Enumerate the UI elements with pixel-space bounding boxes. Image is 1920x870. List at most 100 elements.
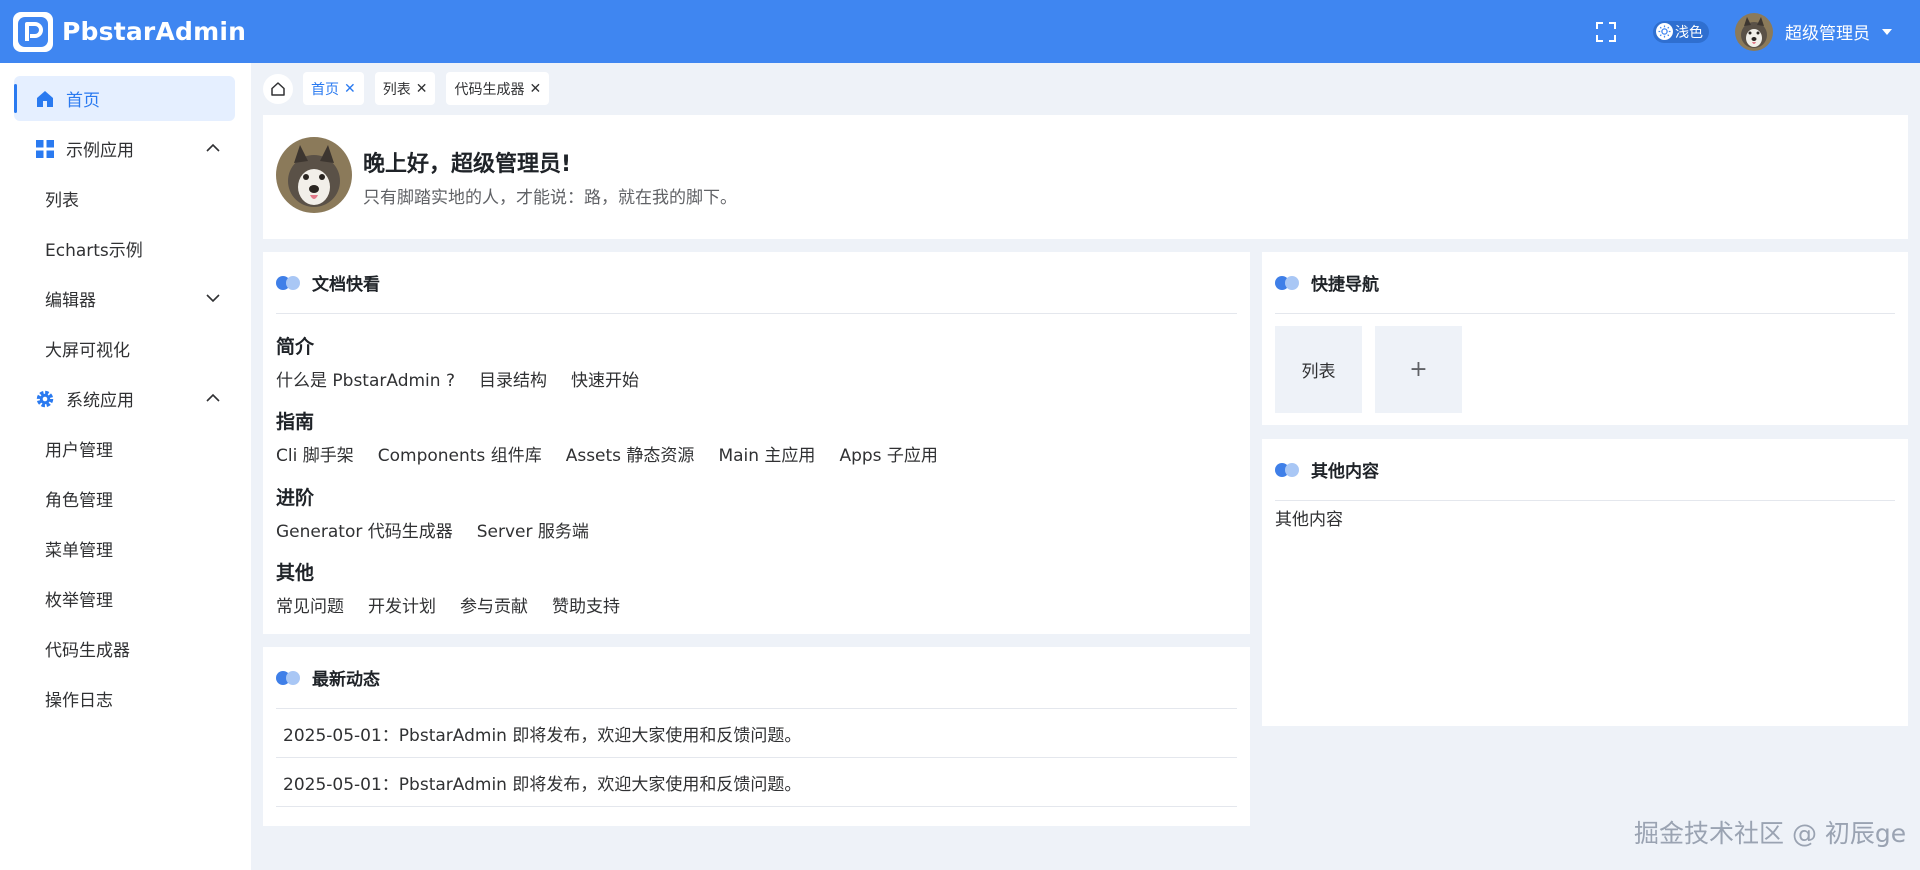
sidebar-item-oplog[interactable]: 操作日志 — [14, 676, 235, 721]
card-title: 最新动态 — [312, 670, 380, 690]
sidebar-item-label: 首页 — [66, 91, 100, 111]
close-icon[interactable]: ✕ — [344, 82, 356, 96]
card-header: 文档快看 — [276, 252, 1237, 314]
doc-section-title: 其他 — [276, 562, 315, 584]
tab-bar: 首页 ✕ 列表 ✕ 代码生成器 ✕ — [263, 72, 560, 105]
doc-section-title: 指南 — [276, 411, 315, 433]
watermark: 掘金技术社区 @ 初辰ge — [1634, 819, 1907, 848]
sidebar-item-label: Echarts示例 — [45, 241, 143, 261]
doc-section-advanced: 进阶 Generator 代码生成器 Server 服务端 — [276, 483, 613, 542]
card-title: 快捷导航 — [1311, 275, 1379, 295]
card-title: 文档快看 — [312, 275, 380, 295]
other-content-text: 其他内容 — [1275, 510, 1343, 530]
card-header: 最新动态 — [276, 647, 1237, 709]
greeting-text: 晚上好，超级管理员! — [363, 152, 572, 177]
dots-icon — [276, 275, 300, 290]
home-tab-icon[interactable] — [263, 73, 293, 104]
doc-link[interactable]: Apps 子应用 — [839, 441, 937, 466]
tab-list[interactable]: 列表 ✕ — [374, 72, 436, 105]
doc-section-guide: 指南 Cli 脚手架 Components 组件库 Assets 静态资源 Ma… — [276, 407, 962, 466]
sidebar-group-examples[interactable]: 示例应用 — [14, 126, 235, 171]
user-name[interactable]: 超级管理员 — [1785, 19, 1870, 44]
doc-link[interactable]: 参与贡献 — [460, 592, 528, 617]
welcome-card: 晚上好，超级管理员! 只有脚踏实地的人，才能说：路，就在我的脚下。 — [263, 115, 1908, 239]
app-title: PbstarAdmin — [62, 17, 247, 46]
tab-label: 列表 — [382, 81, 411, 98]
doc-link[interactable]: 常见问题 — [276, 592, 344, 617]
theme-label: 浅色 — [1675, 24, 1703, 41]
gear-icon — [34, 388, 56, 410]
dots-icon — [1275, 462, 1299, 477]
sidebar-item-label: 操作日志 — [45, 691, 113, 711]
fullscreen-icon[interactable] — [1595, 21, 1617, 43]
chevron-down-icon[interactable] — [1882, 28, 1892, 35]
sidebar-item-users[interactable]: 用户管理 — [14, 426, 235, 471]
doc-link[interactable]: Generator 代码生成器 — [276, 517, 453, 542]
doc-link[interactable]: Server 服务端 — [477, 517, 589, 542]
doc-link[interactable]: 目录结构 — [479, 366, 547, 391]
sidebar-item-label: 编辑器 — [45, 291, 96, 311]
sidebar-item-menus[interactable]: 菜单管理 — [14, 526, 235, 571]
top-header: PbstarAdmin 浅色 超级管理员 — [0, 0, 1920, 63]
avatar — [276, 137, 352, 213]
tab-home[interactable]: 首页 ✕ — [303, 72, 364, 105]
doc-link[interactable]: Components 组件库 — [378, 441, 542, 466]
sidebar-item-label: 示例应用 — [66, 141, 134, 161]
sidebar: 首页 示例应用 列表 Echarts示例 编辑器 大屏可视化 系统应用 用户管理… — [0, 63, 251, 870]
news-item[interactable]: 2025-05-01：PbstarAdmin 即将发布，欢迎大家使用和反馈问题。 — [276, 709, 1237, 758]
logo-icon[interactable] — [13, 11, 53, 52]
sidebar-item-label: 枚举管理 — [45, 591, 113, 611]
doc-link[interactable]: Cli 脚手架 — [276, 441, 354, 466]
chevron-up-icon — [206, 393, 220, 402]
close-icon[interactable]: ✕ — [416, 82, 428, 96]
doc-section-other: 其他 常见问题 开发计划 参与贡献 赞助支持 — [276, 558, 644, 617]
doc-section-intro: 简介 什么是 PbstarAdmin ? 目录结构 快速开始 — [276, 332, 663, 391]
sidebar-item-label: 系统应用 — [66, 391, 134, 411]
dots-icon — [276, 670, 300, 685]
sidebar-item-label: 代码生成器 — [45, 641, 130, 661]
close-icon[interactable]: ✕ — [529, 82, 541, 96]
other-content-card: 其他内容 其他内容 — [1262, 439, 1908, 726]
sidebar-item-label: 列表 — [45, 191, 79, 211]
chevron-up-icon — [206, 143, 220, 152]
motto-text: 只有脚踏实地的人，才能说：路，就在我的脚下。 — [363, 188, 737, 208]
sidebar-group-editor[interactable]: 编辑器 — [14, 276, 235, 321]
card-header: 快捷导航 — [1275, 252, 1895, 314]
doc-link[interactable]: 快速开始 — [571, 366, 639, 391]
grid-icon — [34, 138, 56, 160]
doc-link[interactable]: Main 主应用 — [718, 441, 815, 466]
doc-link[interactable]: 开发计划 — [368, 592, 436, 617]
news-card: 最新动态 2025-05-01：PbstarAdmin 即将发布，欢迎大家使用和… — [263, 647, 1250, 826]
sidebar-item-list[interactable]: 列表 — [14, 176, 235, 221]
sun-icon — [1656, 23, 1673, 40]
sidebar-item-label: 大屏可视化 — [45, 341, 130, 361]
chevron-down-icon — [206, 294, 220, 303]
card-title: 其他内容 — [1311, 462, 1379, 482]
news-item[interactable]: 2025-05-01：PbstarAdmin 即将发布，欢迎大家使用和反馈问题。 — [276, 758, 1237, 807]
card-header: 其他内容 — [1275, 439, 1895, 501]
doc-link[interactable]: 赞助支持 — [552, 592, 620, 617]
sidebar-item-bigscreen[interactable]: 大屏可视化 — [14, 326, 235, 371]
sidebar-item-roles[interactable]: 角色管理 — [14, 476, 235, 521]
quick-nav-add-button[interactable]: + — [1375, 326, 1462, 413]
doc-link[interactable]: 什么是 PbstarAdmin ? — [276, 366, 455, 391]
user-avatar[interactable] — [1735, 12, 1773, 51]
doc-link[interactable]: Assets 静态资源 — [566, 441, 695, 466]
sidebar-item-label: 菜单管理 — [45, 541, 113, 561]
quick-nav-card: 快捷导航 列表 + — [1262, 252, 1908, 425]
sidebar-group-system[interactable]: 系统应用 — [14, 376, 235, 421]
sidebar-item-echarts[interactable]: Echarts示例 — [14, 226, 235, 271]
tab-codegen[interactable]: 代码生成器 ✕ — [446, 72, 550, 105]
sidebar-item-enums[interactable]: 枚举管理 — [14, 576, 235, 621]
tab-label: 首页 — [311, 81, 339, 98]
quick-nav-item-list[interactable]: 列表 — [1275, 326, 1362, 413]
sidebar-item-label: 用户管理 — [45, 441, 113, 461]
dots-icon — [1275, 275, 1299, 290]
sidebar-item-home[interactable]: 首页 — [14, 76, 235, 121]
sidebar-item-codegen[interactable]: 代码生成器 — [14, 626, 235, 671]
doc-section-title: 进阶 — [276, 487, 315, 509]
docs-card: 文档快看 简介 什么是 PbstarAdmin ? 目录结构 快速开始 指南 C… — [263, 252, 1250, 634]
theme-toggle[interactable]: 浅色 — [1653, 20, 1709, 43]
sidebar-item-label: 角色管理 — [45, 491, 113, 511]
tab-label: 代码生成器 — [454, 81, 525, 98]
